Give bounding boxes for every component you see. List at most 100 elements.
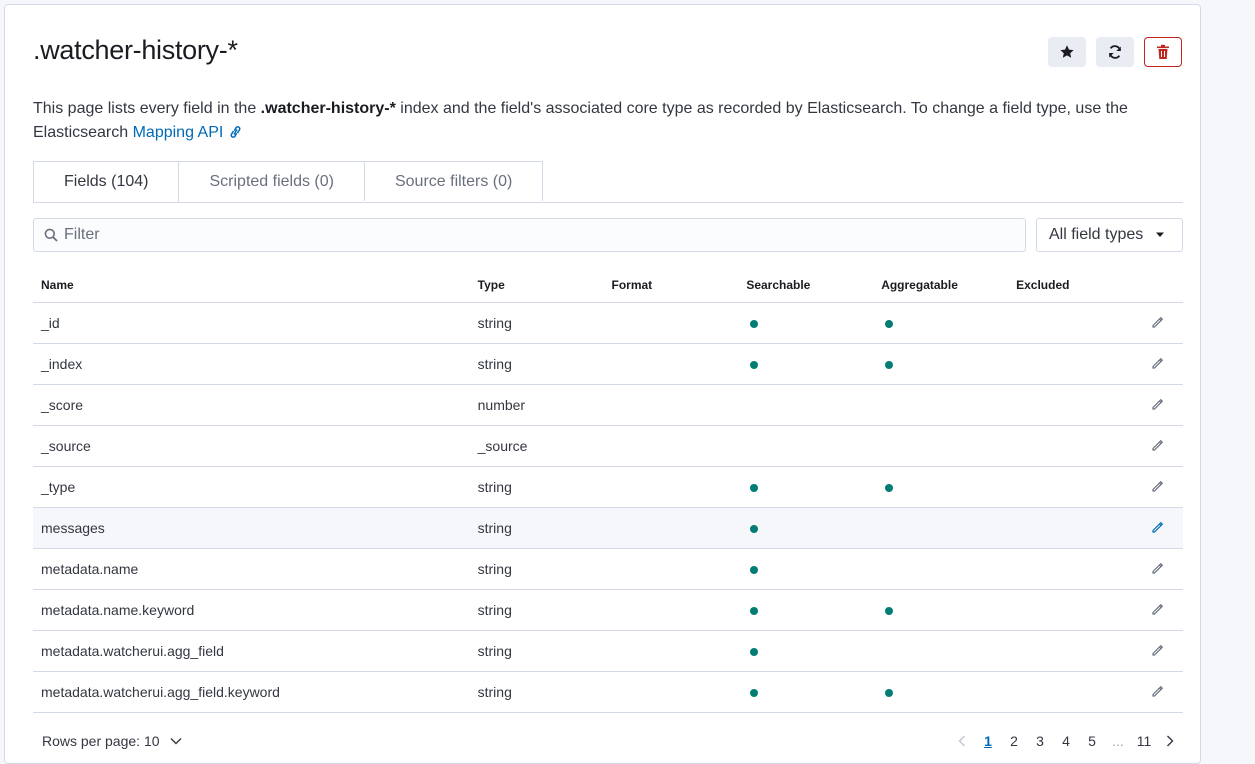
edit-field-button[interactable] [1151, 397, 1165, 411]
field-type-cell: string [469, 302, 604, 344]
edit-field-button[interactable] [1151, 684, 1165, 698]
field-actions-cell [1143, 425, 1183, 467]
field-searchable-cell [738, 548, 874, 590]
table-row: metadata.watcherui.agg_field.keyword stri… [33, 671, 1183, 713]
field-name-cell: _score [33, 384, 470, 426]
field-name-cell: _id [33, 302, 470, 344]
field-type-cell: string [469, 630, 604, 672]
tab-scripted-fields[interactable]: Scripted fields (0) [178, 161, 365, 201]
chevron-down-icon [170, 738, 182, 745]
pagination-previous-button[interactable] [949, 735, 975, 747]
column-header-searchable[interactable]: Searchable [738, 268, 874, 303]
field-name-cell: metadata.name.keyword [33, 589, 470, 631]
edit-field-button[interactable] [1151, 602, 1165, 616]
tab-fields[interactable]: Fields (104) [33, 161, 180, 202]
index-pattern-panel: .watcher-history-* This page lists every… [4, 4, 1201, 764]
pagination-page-1[interactable]: 1 [975, 733, 1001, 749]
table-row: metadata.name.keyword string [33, 589, 1183, 631]
column-header-type[interactable]: Type [469, 268, 604, 303]
edit-field-button[interactable] [1151, 561, 1165, 575]
field-excluded-cell [1008, 548, 1143, 590]
field-format-cell [603, 548, 739, 590]
pagination-next-button[interactable] [1157, 735, 1183, 747]
field-name-cell: metadata.name [33, 548, 470, 590]
table-header-row: Name Type Format Searchable Aggregatable… [33, 268, 1183, 303]
field-actions-cell [1143, 343, 1183, 385]
pagination-page-3[interactable]: 3 [1027, 733, 1053, 749]
mapping-api-link-label: Mapping API [132, 124, 224, 141]
field-type-cell: string [469, 343, 604, 385]
refresh-fields-button[interactable] [1096, 37, 1134, 67]
edit-field-button[interactable] [1151, 520, 1165, 534]
tab-source-filters[interactable]: Source filters (0) [363, 161, 544, 201]
field-actions-cell [1143, 589, 1183, 631]
search-icon [44, 228, 58, 242]
column-header-excluded[interactable]: Excluded [1008, 268, 1143, 303]
page-title: .watcher-history-* [33, 35, 238, 65]
searchable-indicator-icon [750, 689, 759, 697]
filter-field[interactable] [33, 218, 1026, 252]
pagination-page-2[interactable]: 2 [1001, 733, 1027, 749]
column-header-name[interactable]: Name [33, 268, 470, 303]
field-type-select[interactable]: All field types [1036, 218, 1183, 252]
filter-input[interactable] [62, 225, 1006, 245]
column-header-actions [1143, 268, 1183, 303]
pencil-icon [1152, 603, 1164, 615]
edit-field-button[interactable] [1151, 643, 1165, 657]
link-icon [230, 126, 241, 138]
field-actions-cell [1143, 630, 1183, 672]
field-searchable-cell [738, 630, 874, 672]
description-index-name: .watcher-history-* [260, 100, 396, 117]
mapping-api-link[interactable]: Mapping API [133, 124, 243, 141]
edit-field-button[interactable] [1151, 315, 1165, 329]
rows-per-page-label: Rows per page: 10 [42, 733, 160, 749]
field-searchable-cell [738, 425, 874, 467]
table-row: _index string [33, 343, 1183, 385]
field-searchable-cell [738, 507, 874, 549]
field-type-cell: string [469, 466, 604, 508]
column-header-aggregatable[interactable]: Aggregatable [873, 268, 1009, 303]
field-type-cell: number [469, 384, 604, 426]
searchable-indicator-icon [750, 607, 759, 615]
column-header-format[interactable]: Format [603, 268, 739, 303]
rows-per-page-button[interactable]: Rows per page: 10 [42, 733, 182, 749]
table-row: _source _source [33, 425, 1183, 467]
field-actions-cell [1143, 384, 1183, 426]
field-name-cell: metadata.watcherui.agg_field [33, 630, 470, 672]
edit-field-button[interactable] [1151, 356, 1165, 370]
header-actions [1048, 37, 1182, 67]
delete-index-pattern-button[interactable] [1144, 37, 1182, 67]
field-excluded-cell [1008, 589, 1143, 631]
field-format-cell [603, 507, 739, 549]
searchable-indicator-icon [750, 484, 759, 492]
table-row: _id string [33, 302, 1183, 344]
set-default-button[interactable] [1048, 37, 1086, 67]
pagination-page-11[interactable]: 11 [1131, 733, 1157, 749]
edit-field-button[interactable] [1151, 438, 1165, 452]
field-name-cell: _type [33, 466, 470, 508]
field-format-cell [603, 671, 739, 713]
field-excluded-cell [1008, 384, 1143, 426]
pencil-icon [1152, 562, 1164, 574]
field-type-cell: _source [469, 425, 604, 467]
field-format-cell [603, 343, 739, 385]
field-actions-cell [1143, 548, 1183, 590]
aggregatable-indicator-icon [885, 607, 894, 615]
field-actions-cell [1143, 466, 1183, 508]
field-aggregatable-cell [873, 384, 1009, 426]
table-row: metadata.watcherui.agg_field string [33, 630, 1183, 672]
pagination-page-4[interactable]: 4 [1053, 733, 1079, 749]
field-aggregatable-cell [873, 425, 1009, 467]
searchable-indicator-icon [750, 648, 759, 656]
pagination-page-5[interactable]: 5 [1079, 733, 1105, 749]
field-actions-cell [1143, 671, 1183, 713]
field-excluded-cell [1008, 302, 1143, 344]
field-searchable-cell [738, 384, 874, 426]
page-description: This page lists every field in the .watc… [33, 97, 1183, 145]
field-searchable-cell [738, 302, 874, 344]
field-searchable-cell [738, 671, 874, 713]
edit-field-button[interactable] [1151, 479, 1165, 493]
field-format-cell [603, 302, 739, 344]
field-format-cell [603, 630, 739, 672]
field-aggregatable-cell [873, 302, 1009, 344]
